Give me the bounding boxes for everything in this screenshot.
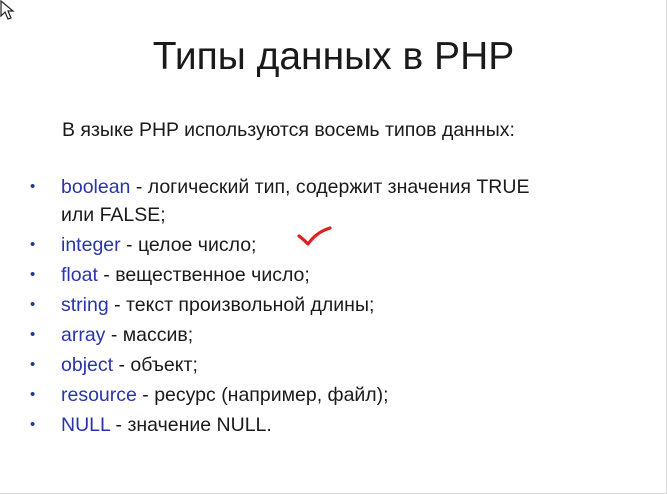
mouse-pointer-icon [0,0,15,20]
desc-null: - значение NULL. [110,414,272,436]
intro-text: В языке PHP используются восемь типов да… [62,119,515,141]
bullet: • [30,266,36,283]
bullet: • [30,356,36,373]
bullet: • [30,236,36,253]
list-item-resource: • resource - ресурс (например, файл); [30,381,630,409]
bullet: • [30,296,36,313]
list-item-object: • object - объект; [30,351,630,379]
bullet: • [30,326,36,343]
list-item-string: • string - текст произвольной длины; [30,291,630,319]
keyword-string: string [61,294,109,316]
bullet: • [30,178,36,195]
list-item-null: • NULL - значение NULL. [30,411,630,439]
slide: Типы данных в PHP В языке PHP используют… [0,0,667,494]
data-types-list: • boolean - логический тип, содержит зна… [30,173,630,441]
desc-boolean-cont: или FALSE; [61,204,166,226]
bullet: • [30,386,36,403]
desc-string: - текст произвольной длины; [108,294,375,316]
desc-boolean: - логический тип, содержит значения TRUE [130,176,530,198]
desc-float: - вещественное число; [97,264,310,286]
keyword-object: object [61,354,114,376]
keyword-float: float [61,264,98,286]
bullet: • [30,416,36,433]
keyword-array: array [61,324,106,346]
desc-array: - массив; [105,324,194,346]
desc-integer: - целое число; [120,234,257,256]
desc-object: - объект; [113,354,198,376]
keyword-resource: resource [61,384,137,406]
list-item-float: • float - вещественное число; [30,261,630,289]
desc-resource: - ресурс (например, файл); [136,384,389,406]
slide-title: Типы данных в PHP [152,35,515,78]
checkmark-icon [297,226,332,246]
keyword-integer: integer [61,234,121,256]
keyword-null: NULL [61,414,111,436]
keyword-boolean: boolean [61,176,131,198]
list-item-boolean: • boolean - логический тип, содержит зна… [30,173,630,229]
list-item-array: • array - массив; [30,321,630,349]
